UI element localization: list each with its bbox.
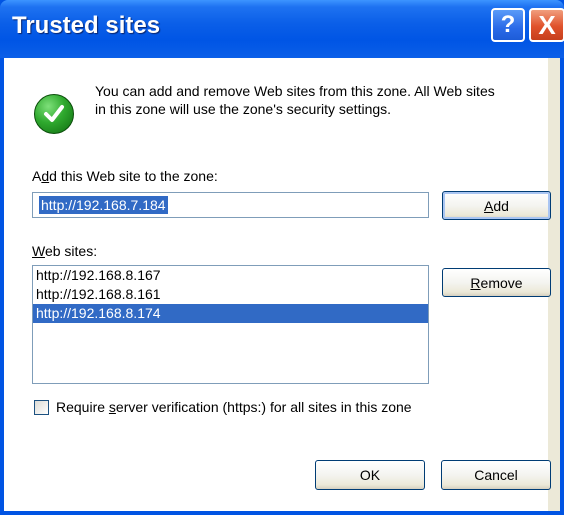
zone-description: You can add and remove Web sites from th… <box>95 82 555 118</box>
list-item[interactable]: http://192.168.8.167 <box>33 266 428 285</box>
web-sites-list[interactable]: http://192.168.8.167 http://192.168.8.16… <box>32 265 429 384</box>
close-icon: X <box>538 9 556 40</box>
remove-button[interactable]: Remove <box>442 268 551 297</box>
trusted-sites-dialog: Trusted sites ? X You can add and remove… <box>0 0 564 515</box>
title-bar[interactable]: Trusted sites ? X <box>0 0 564 58</box>
add-site-input[interactable]: http://192.168.7.184 <box>32 192 429 218</box>
ok-button[interactable]: OK <box>315 460 425 490</box>
cancel-button[interactable]: Cancel <box>441 460 551 490</box>
require-verification-checkbox[interactable] <box>34 400 49 415</box>
add-site-label: Add this Web site to the zone: <box>32 168 218 184</box>
web-sites-label-rest: eb sites: <box>44 243 98 259</box>
add-site-input-value: http://192.168.7.184 <box>39 196 168 214</box>
remove-button-accesskey: R <box>470 274 481 291</box>
web-sites-label: Web sites: <box>32 243 97 259</box>
checkmark-icon <box>34 94 74 134</box>
list-item[interactable]: http://192.168.8.161 <box>33 285 428 304</box>
dialog-title: Trusted sites <box>12 12 161 39</box>
add-button-accesskey: A <box>484 197 494 214</box>
web-sites-label-accesskey: W <box>32 243 45 259</box>
list-item[interactable]: http://192.168.8.174 <box>33 304 428 323</box>
add-site-label-accesskey: d <box>41 168 50 184</box>
add-button[interactable]: Add <box>442 191 551 220</box>
cancel-button-label: Cancel <box>474 467 518 483</box>
remove-button-label: emove <box>480 274 523 291</box>
require-verification-label[interactable]: Require server verification (https:) for… <box>56 399 412 415</box>
description-line-2: in this zone will use the zone's securit… <box>95 101 392 117</box>
ok-button-label: OK <box>359 467 381 483</box>
dialog-body: You can add and remove Web sites from th… <box>4 58 560 511</box>
help-icon: ? <box>500 11 516 38</box>
description-line-1: You can add and remove Web sites from th… <box>95 83 495 99</box>
add-button-label: dd <box>493 197 509 214</box>
add-site-label-part: A <box>32 168 42 184</box>
help-button[interactable]: ? <box>491 8 525 42</box>
require-verification-accesskey: s <box>108 399 116 415</box>
require-verification-label-part: Require <box>56 399 109 415</box>
add-site-label-rest: d this Web site to the zone: <box>49 168 218 184</box>
close-button[interactable]: X <box>529 8 564 42</box>
dialog-content: You can add and remove Web sites from th… <box>4 58 551 511</box>
require-verification-label-rest: erver verification (https:) for all site… <box>115 399 412 415</box>
